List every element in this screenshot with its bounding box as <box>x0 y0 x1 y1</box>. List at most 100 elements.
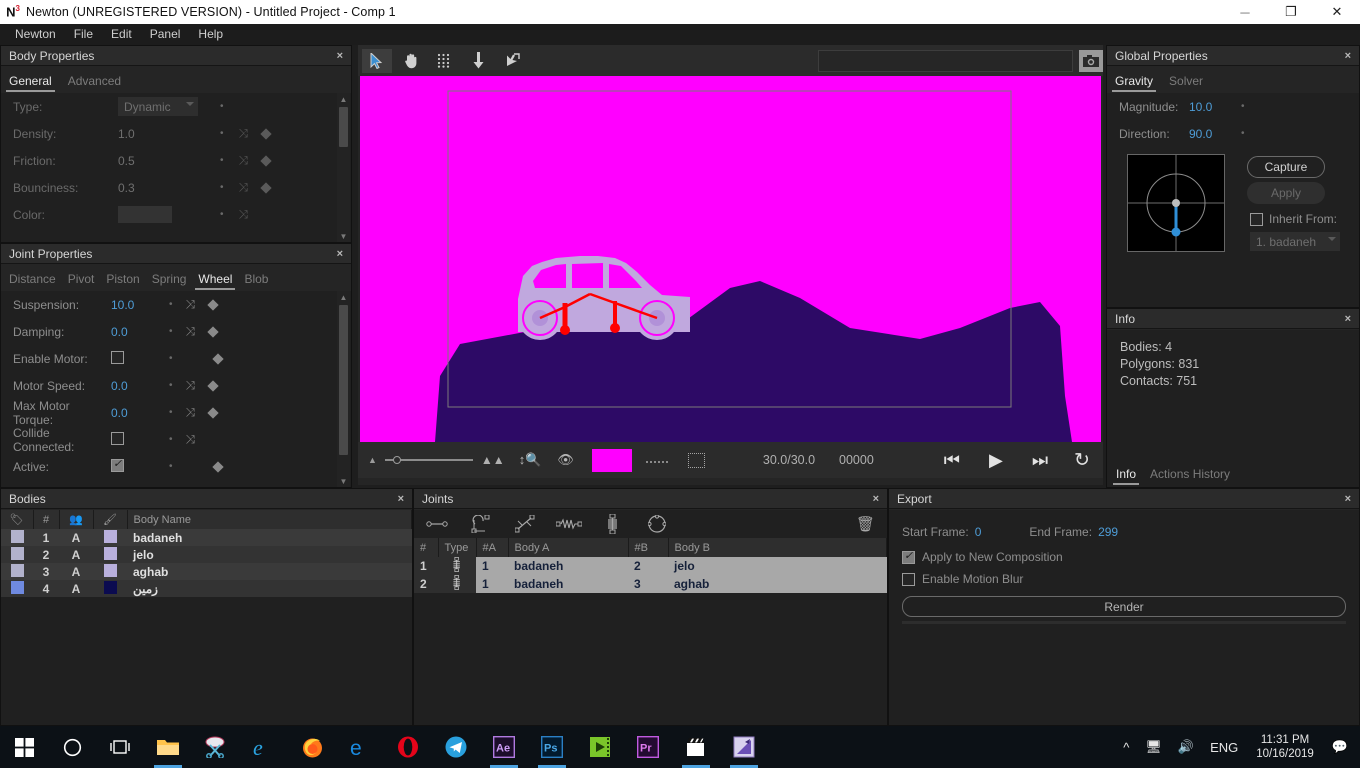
row-brush-swatch[interactable] <box>103 563 117 577</box>
damping-value[interactable]: 0.0 <box>111 325 163 339</box>
edge[interactable]: e <box>336 726 384 768</box>
row-group[interactable]: A <box>59 546 93 563</box>
stopwatch-diamond-icon[interactable] <box>260 127 272 141</box>
row-body-name[interactable]: badaneh <box>127 529 412 546</box>
tab-general[interactable]: General <box>6 74 55 92</box>
bounciness-value[interactable]: 0.3 <box>118 181 198 195</box>
pivot-joint-tool[interactable] <box>464 515 498 533</box>
color-swatch[interactable] <box>118 206 172 223</box>
row-body-name[interactable]: jelo <box>127 546 412 563</box>
row-tag-swatch[interactable] <box>10 580 24 594</box>
menu-item-newton[interactable]: Newton <box>6 24 65 45</box>
joints-col-a-name[interactable]: Body A <box>508 538 629 557</box>
piston-joint-tool[interactable] <box>508 515 542 533</box>
joints-col-b-num[interactable]: #B <box>628 538 669 557</box>
close-icon[interactable]: × <box>873 493 879 505</box>
brush-icon[interactable]: 🖌 <box>93 510 128 529</box>
loop-button[interactable]: ↻ <box>1074 449 1090 472</box>
table-row[interactable]: 2 1 badaneh 3 aghab <box>414 575 887 593</box>
shuffle-icon[interactable]: ⤨ <box>186 297 196 312</box>
friction-value[interactable]: 0.5 <box>118 154 198 168</box>
tab-gravity[interactable]: Gravity <box>1111 74 1157 92</box>
row-a-name[interactable]: badaneh <box>508 575 628 593</box>
step-forward-button[interactable]: ⏭ <box>1032 450 1048 471</box>
shuffle-icon[interactable]: ⤨ <box>186 378 196 393</box>
tab-blob[interactable]: Blob <box>244 272 268 290</box>
bodies-col-name[interactable]: Body Name <box>127 510 412 529</box>
row-body-name[interactable]: aghab <box>127 563 412 580</box>
row-brush-swatch[interactable] <box>103 529 117 543</box>
group-icon[interactable]: 👥 <box>59 510 94 529</box>
keyframe-dot-icon[interactable]: • <box>220 101 224 112</box>
table-row[interactable]: 4 A زمین <box>1 580 412 597</box>
after-effects[interactable]: Ae <box>480 726 528 768</box>
snipping-tool[interactable] <box>192 726 240 768</box>
tab-solver[interactable]: Solver <box>1169 74 1203 92</box>
tab-piston[interactable]: Piston <box>106 272 139 290</box>
internet-explorer[interactable]: e <box>240 726 288 768</box>
scroll-down-icon[interactable]: ▼ <box>337 475 350 487</box>
language-indicator[interactable]: ENG <box>1202 740 1246 755</box>
zoom-slider[interactable] <box>384 453 473 467</box>
scroll-up-icon[interactable]: ▲ <box>337 93 350 105</box>
active-checkbox[interactable] <box>111 457 163 475</box>
direction-value[interactable]: 90.0 <box>1189 127 1241 141</box>
keyframe-dot-icon[interactable]: • <box>1241 128 1245 139</box>
shuffle-icon[interactable]: ⤨ <box>239 126 249 141</box>
clock[interactable]: 11:31 PM 10/16/2019 <box>1246 733 1324 761</box>
stopwatch-diamond-icon[interactable] <box>207 325 219 339</box>
action-center-icon[interactable]: 💬 <box>1324 739 1360 755</box>
keyframe-dot-icon[interactable]: • <box>220 209 224 220</box>
keyframe-dot-icon[interactable]: • <box>1241 101 1245 112</box>
wheel-joint-tool[interactable] <box>596 514 630 534</box>
render-button[interactable]: Render <box>902 596 1346 617</box>
row-brush-swatch[interactable] <box>103 580 117 594</box>
menu-item-file[interactable]: File <box>65 24 102 45</box>
start-button[interactable] <box>0 726 48 768</box>
keyframe-dot-icon[interactable]: • <box>169 326 173 337</box>
menu-item-edit[interactable]: Edit <box>102 24 141 45</box>
premiere-pro[interactable]: Pr <box>624 726 672 768</box>
close-icon[interactable]: × <box>1345 50 1351 62</box>
tab-actions-history[interactable]: Actions History <box>1150 467 1230 485</box>
bodies-col-num[interactable]: # <box>33 510 60 529</box>
close-icon[interactable]: × <box>1345 493 1351 505</box>
stopwatch-diamond-icon[interactable] <box>207 298 219 312</box>
stopwatch-diamond-icon[interactable] <box>260 154 272 168</box>
camera-icon[interactable] <box>1078 49 1104 72</box>
keyframe-dot-icon[interactable]: • <box>220 182 224 193</box>
shuffle-icon[interactable]: ⤨ <box>239 153 249 168</box>
row-body-name[interactable]: زمین <box>127 580 412 597</box>
opera[interactable] <box>384 726 432 768</box>
keyframe-dot-icon[interactable]: • <box>169 461 173 472</box>
tab-advanced[interactable]: Advanced <box>68 74 121 92</box>
tab-info[interactable]: Info <box>1112 467 1140 485</box>
file-explorer[interactable] <box>144 726 192 768</box>
minimize-button[interactable]: ─ <box>1222 0 1268 24</box>
close-icon[interactable]: × <box>337 50 343 62</box>
row-tag-swatch[interactable] <box>10 546 24 560</box>
enable-motor-checkbox[interactable] <box>111 350 163 367</box>
inherit-from-checkbox[interactable] <box>1250 212 1263 226</box>
magnitude-value[interactable]: 10.0 <box>1189 100 1241 114</box>
start-frame-value[interactable]: 0 <box>975 525 982 539</box>
stopwatch-diamond-icon[interactable] <box>207 379 219 393</box>
row-tag-swatch[interactable] <box>10 563 24 577</box>
visibility-eye-icon[interactable]: 👁 <box>557 452 574 468</box>
body-properties-scrollbar[interactable]: ▲ ▼ <box>337 93 350 242</box>
table-row[interactable]: 2 A jelo <box>1 546 412 563</box>
pan-hand-tool[interactable] <box>396 49 426 73</box>
motion-blur-checkbox[interactable] <box>902 572 915 586</box>
table-row[interactable]: 1 1 badaneh 2 jelo <box>414 557 887 575</box>
grid-tool[interactable] <box>430 49 460 73</box>
tag-icon[interactable]: 🏷 <box>1 510 34 529</box>
row-tag-swatch[interactable] <box>10 529 24 543</box>
keyframe-dot-icon[interactable]: • <box>169 434 173 445</box>
density-value[interactable]: 1.0 <box>118 127 198 141</box>
keyframe-dot-icon[interactable]: • <box>220 155 224 166</box>
joints-col-a-num[interactable]: #A <box>476 538 509 557</box>
show-hidden-icons[interactable]: ^ <box>1115 740 1137 755</box>
row-b-name[interactable]: aghab <box>668 575 887 593</box>
scroll-down-icon[interactable]: ▼ <box>337 230 350 242</box>
task-view[interactable] <box>96 726 144 768</box>
